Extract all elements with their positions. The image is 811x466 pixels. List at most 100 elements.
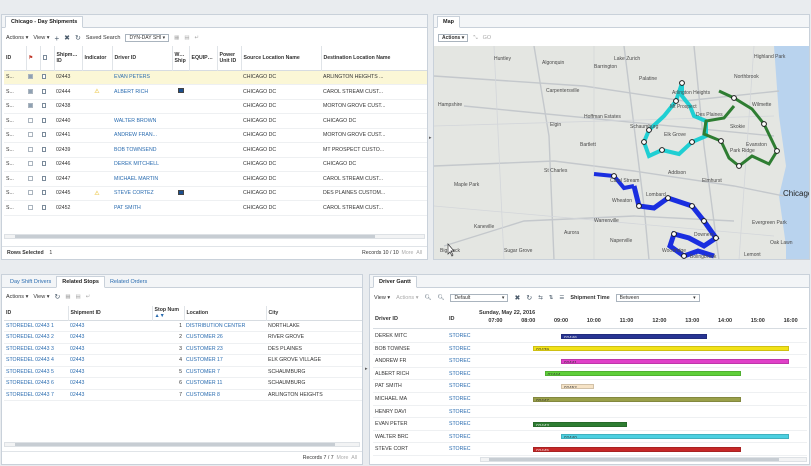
table-row[interactable]: STOREDEL 02443 7 02443 7 CUSTOMER 8 ARLINGTO…: [4, 389, 362, 401]
col-shipment-id[interactable]: Shipment ID: [54, 46, 83, 70]
map-go-button[interactable]: GO: [483, 35, 492, 41]
wrap-icon[interactable]: ↵: [195, 35, 200, 41]
all-link[interactable]: All: [351, 455, 357, 461]
table-row[interactable]: S... 02447 MICHAEL MARTIN CHICAGO DC CAROL S…: [4, 171, 427, 187]
stops-scrollbar[interactable]: [4, 442, 360, 447]
gantt-row[interactable]: STEVE CORT STOREC 02445: [373, 443, 807, 456]
gantt-row[interactable]: ALBERT RICH STOREC 02444: [373, 368, 807, 381]
gantt-id-link[interactable]: STOREC: [449, 371, 471, 377]
stop-id-link[interactable]: STOREDEL 02443 4: [4, 354, 68, 367]
table-row[interactable]: STOREDEL 02443 4 02443 4 CUSTOMER 17 ELK GRO…: [4, 354, 362, 367]
col-driver-id[interactable]: Driver ID: [112, 46, 173, 70]
row-checkbox[interactable]: [26, 70, 40, 85]
bottom-splitter[interactable]: ▸: [365, 366, 368, 374]
row-checkbox[interactable]: [26, 186, 40, 201]
filter-icon[interactable]: ⇅: [549, 295, 554, 301]
swap-icon[interactable]: ⇆: [538, 295, 543, 301]
gantt-id-link[interactable]: STOREC: [449, 409, 471, 415]
row-checkbox[interactable]: [26, 157, 40, 172]
refresh-icon[interactable]: ↻: [75, 34, 81, 42]
gantt-row[interactable]: MICHAEL MA STOREC 02447: [373, 393, 807, 406]
view-menu[interactable]: View ▾: [374, 295, 390, 301]
row-doc-icon[interactable]: [40, 99, 54, 114]
gantt-bar[interactable]: 02439: [533, 346, 789, 352]
gantt-id-link[interactable]: STOREC: [449, 358, 471, 364]
shipment-link[interactable]: 02443: [68, 331, 152, 344]
row-checkbox[interactable]: [26, 113, 40, 129]
gantt-row[interactable]: DEREK MITC STOREC 02446: [373, 330, 807, 343]
row-doc-icon[interactable]: [40, 70, 54, 85]
table-row[interactable]: STOREDEL 02443 2 02443 2 CUSTOMER 26 RIVER G…: [4, 331, 362, 344]
freeze-icon[interactable]: ▤: [76, 294, 81, 300]
gantt-bar[interactable]: 02444: [544, 371, 742, 377]
table-row[interactable]: S... 02439 BOB TOWNSEND CHICAGO DC MT PROSPE…: [4, 142, 427, 158]
stop-id-link[interactable]: STOREDEL 02443 3: [4, 343, 68, 355]
col-shipment-id[interactable]: Shipment ID: [68, 306, 153, 320]
row-checkbox[interactable]: [26, 128, 40, 143]
map-actions-menu[interactable]: Actions ▾: [438, 34, 469, 42]
table-row[interactable]: S... 02445 ⚠ STEVE CORTEZ CHICAGO DC DES PLAI…: [4, 186, 427, 201]
location-link[interactable]: CUSTOMER 11: [184, 377, 266, 390]
zoom-in-icon[interactable]: 🔍︎: [424, 295, 431, 301]
gantt-bar[interactable]: 02446: [561, 333, 707, 339]
row-doc-icon[interactable]: [40, 113, 54, 129]
table-row[interactable]: STOREDEL 02443 6 02443 6 CUSTOMER 11 SCHAUMB…: [4, 377, 362, 390]
wrap-icon[interactable]: ↵: [86, 294, 91, 300]
shipment-link[interactable]: 02443: [68, 389, 152, 401]
table-row[interactable]: S... 02444 ⚠ ALBERT RICH CHICAGO DC CAROL STR…: [4, 84, 427, 100]
stop-id-link[interactable]: STOREDEL 02443 7: [4, 389, 68, 401]
table-row[interactable]: STOREDEL 02443 5 02443 5 CUSTOMER 7 SCHAUMBU…: [4, 366, 362, 378]
saved-search-select[interactable]: DYN-DAY SHI ▾: [125, 34, 170, 42]
table-row[interactable]: S... 02443 EVAN PETERS CHICAGO DC ARLINGTON …: [4, 70, 427, 85]
shipment-link[interactable]: 02443: [68, 320, 152, 332]
refresh-icon[interactable]: ↻: [526, 294, 532, 302]
grid-icon[interactable]: ▦: [65, 294, 70, 300]
row-doc-icon[interactable]: [40, 200, 54, 216]
driver-link[interactable]: WALTER BROWN: [112, 113, 172, 129]
row-checkbox[interactable]: [26, 200, 40, 216]
tab-driver-gantt[interactable]: Driver Gantt: [373, 276, 417, 288]
refresh-icon[interactable]: ↻: [54, 293, 60, 301]
shipment-link[interactable]: 02443: [68, 366, 152, 378]
row-checkbox[interactable]: [26, 99, 40, 114]
location-link[interactable]: CUSTOMER 8: [184, 389, 266, 401]
location-link[interactable]: CUSTOMER 26: [184, 331, 266, 344]
location-link[interactable]: CUSTOMER 7: [184, 366, 266, 378]
gantt-row[interactable]: WALTER BRC STOREC 02440: [373, 431, 807, 444]
gantt-bar[interactable]: 02452: [561, 383, 594, 389]
gantt-id-link[interactable]: STOREC: [449, 383, 471, 389]
gantt-row[interactable]: PAT SMITH STOREC 02452: [373, 380, 807, 393]
vertical-splitter[interactable]: ▸: [429, 135, 432, 143]
row-doc-icon[interactable]: [40, 157, 54, 172]
zoom-out-icon[interactable]: 🔍︎: [437, 295, 444, 301]
map-canvas[interactable]: Huntley Algonquin Barrington Palatine Ar…: [434, 46, 810, 260]
all-link[interactable]: All: [416, 250, 422, 256]
table-row[interactable]: STOREDEL 02443 1 02443 1 DISTRIBUTION CENTE…: [4, 320, 362, 332]
stop-id-link[interactable]: STOREDEL 02443 6: [4, 377, 68, 390]
col-id[interactable]: ID: [4, 46, 27, 70]
map-expand-icon[interactable]: ⤡: [473, 35, 477, 42]
actions-menu[interactable]: Actions ▾: [396, 295, 418, 301]
shipment-link[interactable]: 02443: [68, 377, 152, 390]
shipment-time-select[interactable]: Between ▾: [615, 294, 700, 302]
col-stop-num[interactable]: Stop Num ▲▼: [152, 306, 185, 320]
col-stop-id[interactable]: ID: [4, 306, 69, 320]
gantt-row[interactable]: EVAN PETER STOREC 02443: [373, 418, 807, 431]
tab-related-orders[interactable]: Related Orders: [105, 277, 152, 287]
row-doc-icon[interactable]: [40, 142, 54, 158]
table-row[interactable]: STOREDEL 02443 3 02443 3 CUSTOMER 23 DES PLA…: [4, 343, 362, 355]
tab-chicago-day-shipments[interactable]: Chicago - Day Shipments: [5, 16, 84, 28]
col-location[interactable]: Location: [184, 306, 267, 320]
col-city[interactable]: City: [266, 306, 362, 320]
view-menu[interactable]: View ▾: [33, 35, 49, 41]
gantt-id-link[interactable]: STOREC: [449, 346, 471, 352]
row-doc-icon[interactable]: [40, 171, 54, 187]
table-row[interactable]: S... 02438 CHICAGO DC MORTON GROVE CUST...: [4, 99, 427, 114]
delete-icon[interactable]: ✖: [64, 34, 70, 42]
gantt-bar[interactable]: 02445: [533, 446, 742, 452]
more-link[interactable]: More: [337, 455, 349, 461]
add-icon[interactable]: +: [54, 34, 59, 43]
gantt-bar[interactable]: 02440: [561, 434, 789, 440]
tab-day-shift-drivers[interactable]: Day Shift Drivers: [5, 277, 56, 287]
more-link[interactable]: More: [402, 250, 414, 256]
